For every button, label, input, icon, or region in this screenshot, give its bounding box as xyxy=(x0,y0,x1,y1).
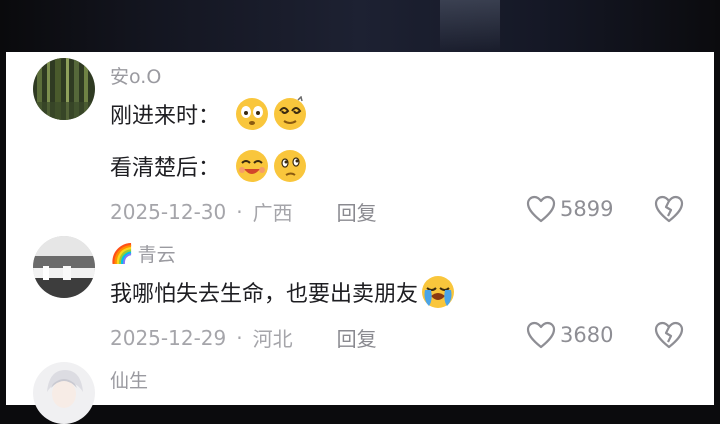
reply-button[interactable]: 回复 xyxy=(337,323,377,352)
comment-date: 2025-12-29 xyxy=(110,325,227,350)
broken-heart-icon xyxy=(654,195,684,223)
comment-location: 广西 xyxy=(252,201,293,225)
comment-meta: 2025-12-29 · 河北 回复 xyxy=(110,323,377,352)
comment-text-line: 刚进来时： xyxy=(110,96,308,132)
avatar[interactable] xyxy=(33,58,95,120)
comment-location: 河北 xyxy=(252,327,293,351)
like-count: 3680 xyxy=(560,323,614,347)
username[interactable]: 安o.O xyxy=(110,62,161,89)
comment-date: 2025-12-30 xyxy=(110,199,227,224)
username[interactable]: 🌈 青云 xyxy=(110,240,176,267)
heart-icon xyxy=(526,321,556,349)
rainbow-icon: 🌈 xyxy=(110,243,134,265)
comment-text-line: 我哪怕失去生命，也要出卖朋友 xyxy=(110,274,456,310)
comment-text-line: 看清楚后： xyxy=(110,148,308,184)
eyes-emoji xyxy=(236,98,269,130)
username[interactable]: 仙生 xyxy=(110,366,148,393)
separator: · xyxy=(236,199,243,224)
like-count: 5899 xyxy=(560,197,614,221)
reply-button[interactable]: 回复 xyxy=(337,197,377,226)
comment-meta: 2025-12-30 · 广西 回复 xyxy=(110,197,377,226)
like-button[interactable]: 3680 xyxy=(526,321,613,349)
video-player-area[interactable] xyxy=(0,0,720,52)
crying-emoji xyxy=(422,276,455,308)
dislike-button[interactable] xyxy=(654,321,684,353)
separator: · xyxy=(236,325,243,350)
dizzy-emoji xyxy=(274,96,307,130)
dislike-button[interactable] xyxy=(654,195,684,227)
avatar[interactable] xyxy=(33,362,95,424)
smile-emoji xyxy=(236,150,269,182)
thinking-emoji xyxy=(274,150,307,182)
broken-heart-icon xyxy=(654,321,684,349)
avatar[interactable] xyxy=(33,236,95,298)
heart-icon xyxy=(526,195,556,223)
comment-sheet[interactable]: 安o.O 刚进来时： 看清楚后： 2025-12-30 · 广西 回复 5899… xyxy=(6,52,714,424)
like-button[interactable]: 5899 xyxy=(526,195,613,223)
video-frame-detail xyxy=(440,0,500,52)
